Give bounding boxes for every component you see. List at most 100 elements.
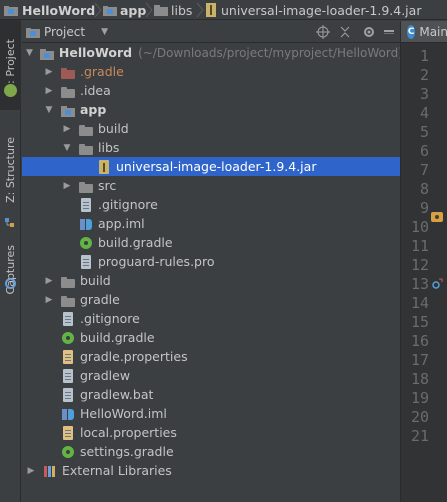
line-number: 15 (410, 313, 429, 331)
breadcrumb-item-app[interactable]: app (103, 0, 146, 20)
tree-item-label: HelloWord (58, 45, 133, 60)
tree-item-gradlew-bat[interactable]: gradlew.bat (22, 385, 400, 404)
tree-item-app[interactable]: ▼ app (22, 100, 400, 119)
breadcrumb-item-jar[interactable]: universal-image-loader-1.9.4.jar (205, 0, 421, 20)
breadcrumb-separator-icon (196, 2, 204, 18)
tree-item-label: .gradle (80, 64, 124, 79)
iml-icon (78, 216, 94, 232)
line-number: 21 (410, 427, 429, 445)
tree-item-label: build (80, 273, 111, 288)
tree-item-label: gradlew.bat (80, 387, 154, 402)
breadcrumb-separator-icon (94, 2, 102, 18)
breadcrumb: HelloWord app libs universal-image-loade… (0, 0, 447, 20)
chevron-right-icon[interactable]: ▶ (44, 67, 54, 77)
line-number: 12 (410, 256, 429, 274)
tree-item-label: .idea (80, 83, 111, 98)
breadcrumb-item-helloword[interactable]: HelloWord (4, 0, 95, 20)
tree-item-label: .gitignore (80, 311, 140, 326)
hide-panel-icon[interactable] (380, 23, 398, 41)
jar-icon (96, 159, 112, 175)
tree-item-label: External Libraries (62, 463, 172, 478)
tree-item-proguard[interactable]: proguard-rules.pro (22, 252, 400, 271)
scroll-from-source-icon[interactable] (314, 23, 332, 41)
line-number: 6 (419, 142, 429, 160)
tree-item-app-build-gradle[interactable]: build.gradle (22, 233, 400, 252)
tree-item-helloword-iml[interactable]: HelloWord.iml (22, 404, 400, 423)
tree-item-gradlew[interactable]: gradlew (22, 366, 400, 385)
tab-structure[interactable]: Z: Structure (0, 115, 21, 225)
file-icon (60, 368, 76, 384)
tree-item-gradle-properties[interactable]: gradle.properties (22, 347, 400, 366)
module-icon (103, 3, 117, 17)
tree-item-label: universal-image-loader-1.9.4.jar (116, 159, 317, 174)
chevron-right-icon[interactable]: ▶ (26, 466, 36, 476)
editor-gutter: C Main 1 2 3 4 5 6 7 8 9 10 11 12 13 14 … (400, 21, 447, 502)
line-number: 5 (419, 123, 429, 141)
project-panel-header: Project ▼ (22, 21, 400, 43)
tree-item-src[interactable]: ▶ src (22, 176, 400, 195)
chevron-right-icon[interactable]: ▶ (44, 276, 54, 286)
tree-item-app-gitignore[interactable]: .gitignore (22, 195, 400, 214)
tree-item-label: src (98, 178, 117, 193)
android-icon (4, 84, 17, 97)
chevron-down-icon[interactable]: ▼ (44, 105, 54, 115)
chevron-down-icon: ▼ (101, 27, 108, 37)
gradle-icon (78, 235, 94, 251)
chevron-down-icon[interactable]: ▼ (62, 143, 72, 153)
tree-item-gitignore[interactable]: .gitignore (22, 309, 400, 328)
tree-item-gradle[interactable]: ▶ gradle (22, 290, 400, 309)
tree-item-label: app.iml (98, 216, 145, 231)
implements-icon[interactable] (431, 275, 443, 289)
breadcrumb-label: libs (171, 2, 193, 18)
structure-icon (5, 213, 15, 227)
tree-item-local-properties[interactable]: local.properties (22, 423, 400, 442)
tree-item-settings-gradle[interactable]: settings.gradle (22, 442, 400, 461)
tree-item-libs[interactable]: ▼ libs (22, 138, 400, 157)
module-icon (60, 102, 76, 118)
tree-item-build-gradle[interactable]: build.gradle (22, 328, 400, 347)
tree-item-helloword[interactable]: ▼ HelloWord (~/Downloads/project/myproje… (22, 43, 403, 62)
gear-icon[interactable] (360, 23, 378, 41)
properties-icon (60, 349, 76, 365)
tree-item-label: app (80, 102, 107, 117)
folder-icon (60, 83, 76, 99)
folder-icon (60, 273, 76, 289)
chevron-right-icon[interactable]: ▶ (62, 181, 72, 191)
tree-item-label: build.gradle (80, 330, 155, 345)
line-number: 8 (419, 180, 429, 198)
folder-icon (78, 121, 94, 137)
line-number: 2 (419, 66, 429, 84)
tab-captures[interactable]: Captures (0, 230, 21, 310)
tree-item-app-build[interactable]: ▶ build (22, 119, 400, 138)
module-icon (4, 3, 18, 17)
class-icon: C (407, 24, 416, 39)
chevron-right-icon[interactable]: ▶ (62, 124, 72, 134)
line-number: 7 (419, 161, 429, 179)
file-icon (60, 387, 76, 403)
tree-item-label: gradle (80, 292, 120, 307)
tree-item-jar[interactable]: universal-image-loader-1.9.4.jar (22, 157, 400, 176)
editor-tab-main[interactable]: C Main (401, 21, 447, 43)
jar-icon (205, 3, 217, 17)
project-tree: ▼ HelloWord (~/Downloads/project/myproje… (22, 43, 403, 502)
chevron-down-icon[interactable]: ▼ (26, 48, 33, 58)
chevron-right-icon[interactable]: ▶ (44, 86, 54, 96)
override-icon[interactable] (431, 208, 443, 222)
tree-item-app-iml[interactable]: app.iml (22, 214, 400, 233)
folder-icon (154, 3, 168, 17)
project-view-dropdown[interactable]: Project ▼ (26, 23, 108, 41)
line-number: 19 (410, 389, 429, 407)
tree-item-gradle-dir[interactable]: ▶ .gradle (22, 62, 400, 81)
tree-item-label: settings.gradle (80, 444, 174, 459)
tree-item-external-libraries[interactable]: ▶ External Libraries (22, 461, 400, 480)
breadcrumb-item-libs[interactable]: libs (154, 0, 192, 20)
tree-item-idea[interactable]: ▶ .idea (22, 81, 400, 100)
project-view-icon (26, 25, 40, 39)
tree-item-label: HelloWord.iml (80, 406, 167, 421)
collapse-all-icon[interactable] (336, 23, 354, 41)
folder-icon (60, 292, 76, 308)
line-number: 14 (410, 294, 429, 312)
chevron-right-icon[interactable]: ▶ (44, 295, 54, 305)
line-number: 9 (419, 199, 429, 217)
tree-item-build[interactable]: ▶ build (22, 271, 400, 290)
